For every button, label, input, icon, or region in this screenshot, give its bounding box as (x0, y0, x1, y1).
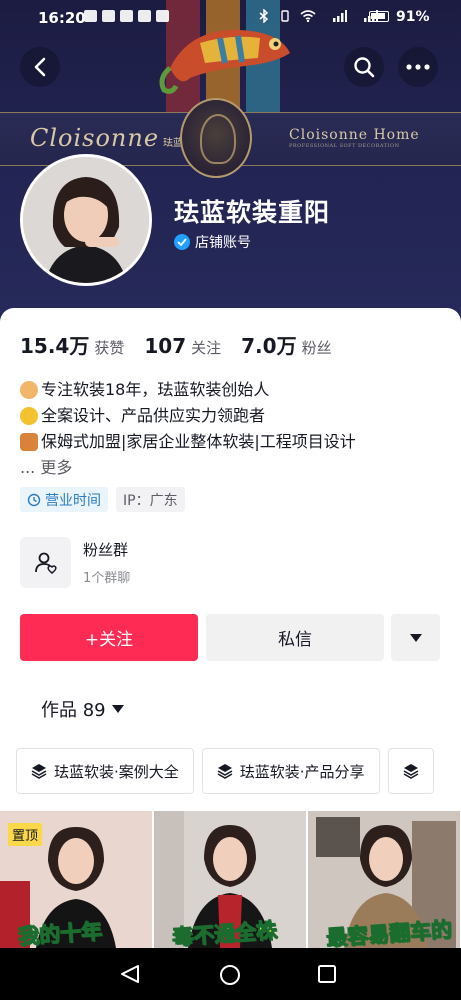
follow-button[interactable]: +关注 (20, 614, 198, 661)
bio-line: 全案设计、产品供应实力领跑者 (20, 403, 356, 429)
likes-count[interactable]: 15.4万 (20, 330, 89, 359)
status-bar: 16:20 91% (0, 0, 461, 34)
notification-icons (84, 10, 169, 22)
bio-text: 保姆式加盟|家居企业整体软装|工程项目设计 (41, 432, 356, 451)
nav-recents-square-icon[interactable] (317, 964, 337, 984)
layers-icon (403, 764, 418, 779)
avatar-portrait (23, 157, 149, 283)
wifi-icon (300, 10, 316, 22)
followers-label[interactable]: 粉丝 (302, 337, 332, 358)
video-thumbnail[interactable]: 最容易翻车的 (308, 811, 460, 948)
works-tab-label: 作品 89 (41, 700, 106, 721)
medal-emoji-icon (20, 407, 38, 425)
system-icons (258, 9, 378, 23)
back-arrow-icon (34, 57, 46, 77)
verified-check-icon (174, 234, 190, 250)
following-count[interactable]: 107 (144, 334, 186, 358)
collection-chip[interactable]: 珐蓝软装·案例大全 (16, 748, 194, 794)
collections-row: 珐蓝软装·案例大全 珐蓝软装·产品分享 (16, 748, 434, 794)
notification-icon (156, 10, 169, 22)
brand-right-sub: PROFESSIONAL SOFT DECORATION (289, 143, 400, 149)
pinned-badge: 置顶 (8, 823, 43, 846)
layers-icon (217, 764, 233, 779)
notification-icon (138, 10, 151, 22)
collection-chip-partial[interactable] (387, 748, 434, 794)
collection-chip-label: 珐蓝软装·案例大全 (54, 762, 179, 781)
caret-down-icon (111, 705, 124, 713)
message-button[interactable]: 私信 (206, 614, 384, 661)
shop-account-label: 店铺账号 (195, 235, 251, 251)
bio-line: 专注软装18年，珐蓝软装创始人 (20, 377, 356, 403)
bio-line: 保姆式加盟|家居企业整体软装|工程项目设计 (20, 429, 356, 455)
profile-tags: 营业时间 IP：广东 (20, 487, 185, 512)
works-tab[interactable]: 作品 89 (41, 696, 124, 722)
nav-home-circle-icon[interactable] (219, 964, 241, 986)
business-hours-tag[interactable]: 营业时间 (20, 487, 108, 512)
clock-icon (27, 493, 41, 506)
system-nav-bar (0, 948, 461, 1000)
fans-group-entry[interactable]: 粉丝群 1个群聊 (20, 537, 130, 588)
following-label[interactable]: 关注 (191, 337, 221, 358)
more-button[interactable] (398, 47, 438, 87)
search-button[interactable] (344, 47, 384, 87)
house-emoji-icon (20, 433, 38, 451)
avatar[interactable] (20, 154, 152, 286)
profile-bio: 专注软装18年，珐蓝软装创始人 全案设计、产品供应实力领跑者 保姆式加盟|家居企… (20, 377, 356, 481)
more-actions-dropdown[interactable] (391, 614, 440, 661)
video-caption: 我的十年 (17, 919, 103, 948)
layers-icon (31, 764, 47, 779)
nav-back-triangle-icon[interactable] (119, 964, 141, 984)
bluetooth-icon (259, 9, 269, 23)
bio-text: 专注软装18年，珐蓝软装创始人 (41, 380, 270, 399)
business-hours-label: 营业时间 (45, 492, 101, 509)
caret-down-icon (409, 633, 422, 642)
brand-logo-left: Cloisonne 珐蓝 (30, 124, 183, 152)
more-dots-icon (406, 64, 430, 70)
notification-icon (84, 10, 97, 22)
brand-logo-right: Cloisonne Home PROFESSIONAL SOFT DECORAT… (289, 127, 420, 149)
wechat-icon (102, 10, 115, 22)
profile-stats: 15.4万 获赞 107 关注 7.0万 粉丝 (20, 330, 352, 359)
brand-left-text: Cloisonne (30, 124, 160, 152)
likes-label[interactable]: 获赞 (94, 337, 124, 358)
battery-percent: 91% (396, 9, 430, 25)
back-button[interactable] (20, 47, 60, 87)
video-thumbnail[interactable]: 毒不通全株 (154, 811, 306, 948)
user-group-icon (34, 552, 57, 574)
notification-icon (120, 10, 133, 22)
fans-group-icon-box (20, 537, 71, 588)
bio-more-link[interactable]: ... 更多 (20, 455, 356, 481)
collection-chip-label: 珐蓝软装·产品分享 (239, 762, 365, 781)
profile-name: 珐蓝软装重阳 (174, 198, 331, 227)
video-grid: 置顶 我的十年 毒不通全株 最容易翻车的 (0, 811, 461, 948)
status-time: 16:20 (38, 9, 86, 27)
fans-group-count: 1个群聊 (83, 571, 131, 586)
video-thumbnail[interactable]: 置顶 我的十年 (0, 811, 152, 948)
battery-icon (369, 11, 389, 22)
ip-location-label: IP：广东 (123, 492, 178, 509)
woman-office-worker-emoji-icon (20, 381, 38, 399)
fans-group-title: 粉丝群 (83, 541, 129, 559)
signal-icon (333, 10, 347, 22)
fans-group-text: 粉丝群 1个群聊 (83, 539, 130, 586)
shop-account-badge: 店铺账号 (174, 232, 251, 252)
brand-right-text: Cloisonne Home (289, 127, 420, 143)
brand-medallion (180, 98, 252, 178)
search-icon (354, 57, 375, 78)
collection-chip[interactable]: 珐蓝软装·产品分享 (201, 748, 380, 794)
ip-location-tag: IP：广东 (116, 487, 185, 512)
followers-count[interactable]: 7.0万 (241, 330, 296, 359)
bio-text: 全案设计、产品供应实力领跑者 (41, 406, 266, 425)
vibrate-icon (281, 10, 289, 22)
